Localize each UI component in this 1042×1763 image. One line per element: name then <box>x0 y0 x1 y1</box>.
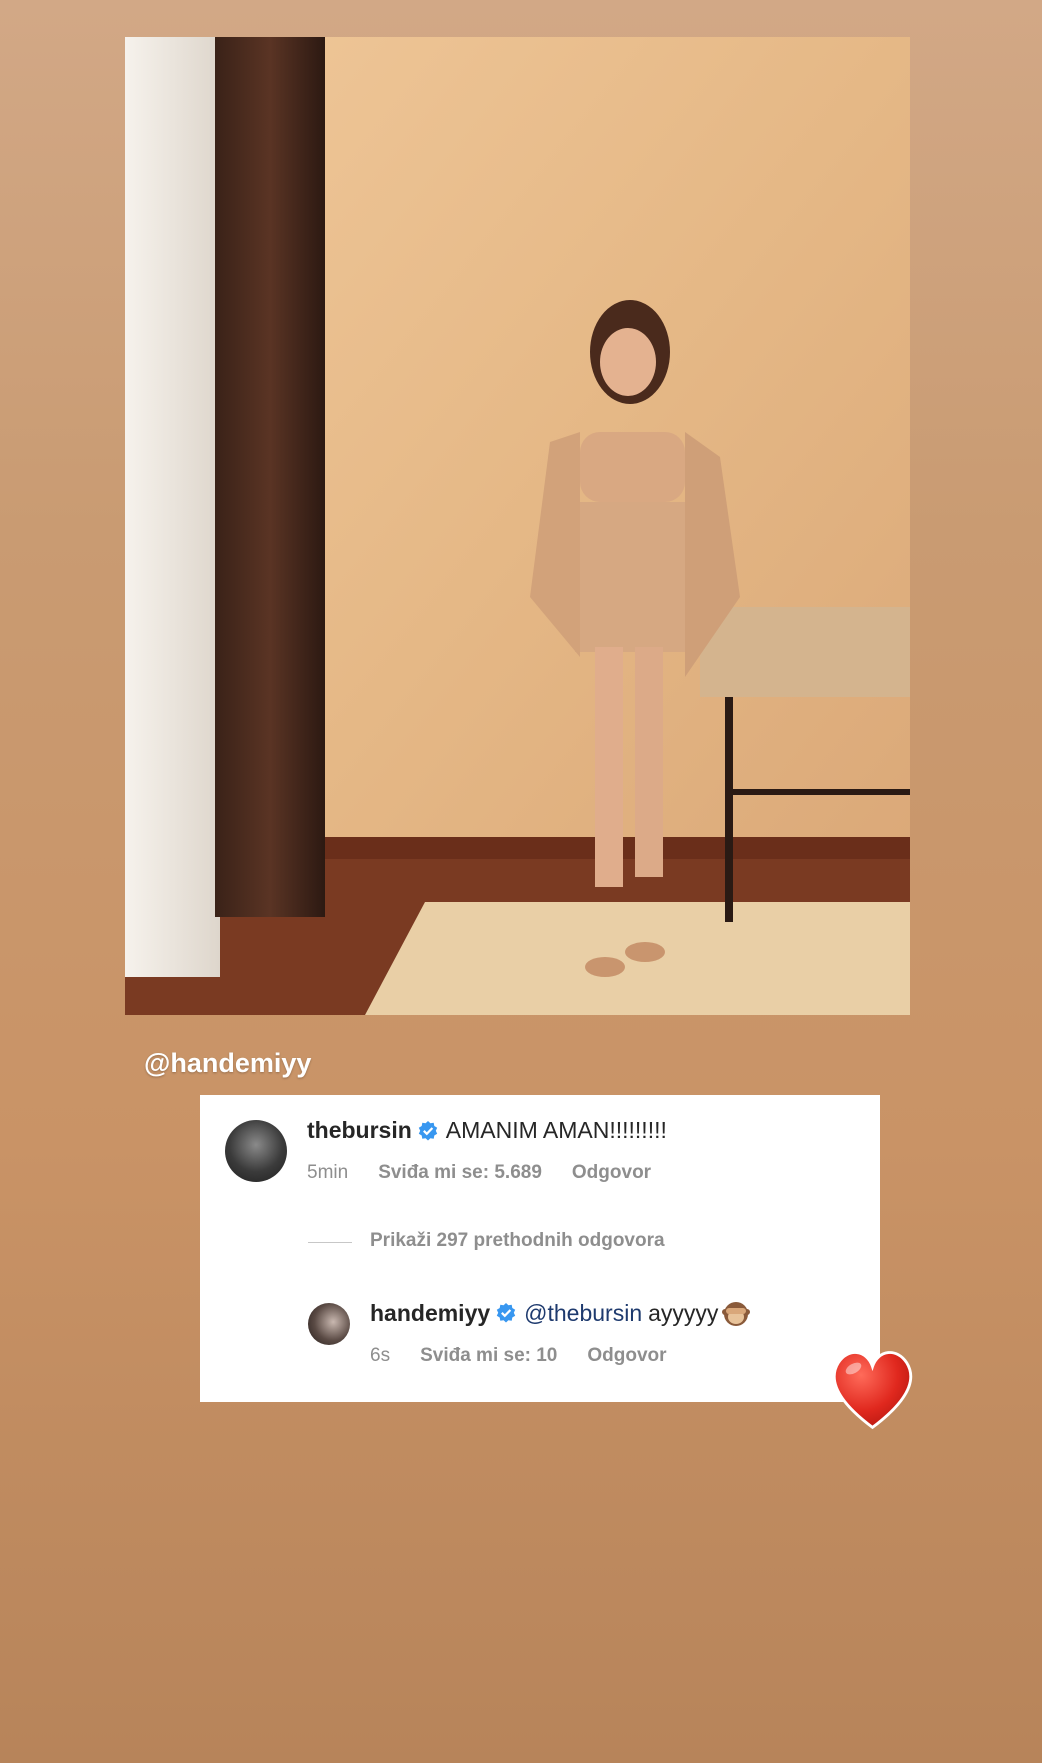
parent-comment-username[interactable]: thebursin <box>307 1117 412 1144</box>
parent-comment-reply-button[interactable]: Odgovor <box>572 1162 651 1184</box>
show-previous-divider <box>308 1242 352 1243</box>
story-photo <box>125 37 910 1015</box>
parent-comment-meta: 5min Sviđa mi se: 5.689 Odgovor <box>307 1162 681 1184</box>
verified-badge-icon <box>496 1303 516 1323</box>
parent-comment-likes[interactable]: Sviđa mi se: 5.689 <box>378 1162 542 1184</box>
reply-time: 6s <box>370 1345 391 1366</box>
comment-screenshot-card: thebursin AMANIM AMAN!!!!!!!!! 5min Sviđ… <box>200 1095 880 1402</box>
parent-comment-line: thebursin AMANIM AMAN!!!!!!!!! <box>307 1117 667 1144</box>
reply-reply-button[interactable]: Odgovor <box>587 1345 666 1367</box>
story-mention-tag[interactable]: @handemiyy <box>144 1048 311 1079</box>
reply-mention-link[interactable]: @thebursin <box>524 1300 642 1327</box>
reply-username[interactable]: handemiyy <box>370 1300 490 1327</box>
show-previous-replies[interactable]: Prikaži 297 prethodnih odgovora <box>370 1230 665 1252</box>
reply-comment-line: handemiyy @thebursin ayyyyy <box>370 1299 751 1327</box>
parent-comment-time: 5min <box>307 1162 349 1183</box>
heart-sticker-icon[interactable] <box>825 1340 920 1435</box>
reply-likes[interactable]: Sviđa mi se: 10 <box>420 1345 557 1367</box>
reply-text: ayyyyy <box>648 1299 719 1326</box>
see-no-evil-monkey-icon <box>722 1302 751 1326</box>
reply-meta: 6s Sviđa mi se: 10 Odgovor <box>370 1345 697 1367</box>
verified-badge-icon <box>418 1120 437 1140</box>
parent-comment-text: AMANIM AMAN!!!!!!!!! <box>445 1117 667 1143</box>
thebursin-avatar[interactable] <box>225 1120 287 1182</box>
handemiyy-avatar[interactable] <box>308 1303 350 1345</box>
